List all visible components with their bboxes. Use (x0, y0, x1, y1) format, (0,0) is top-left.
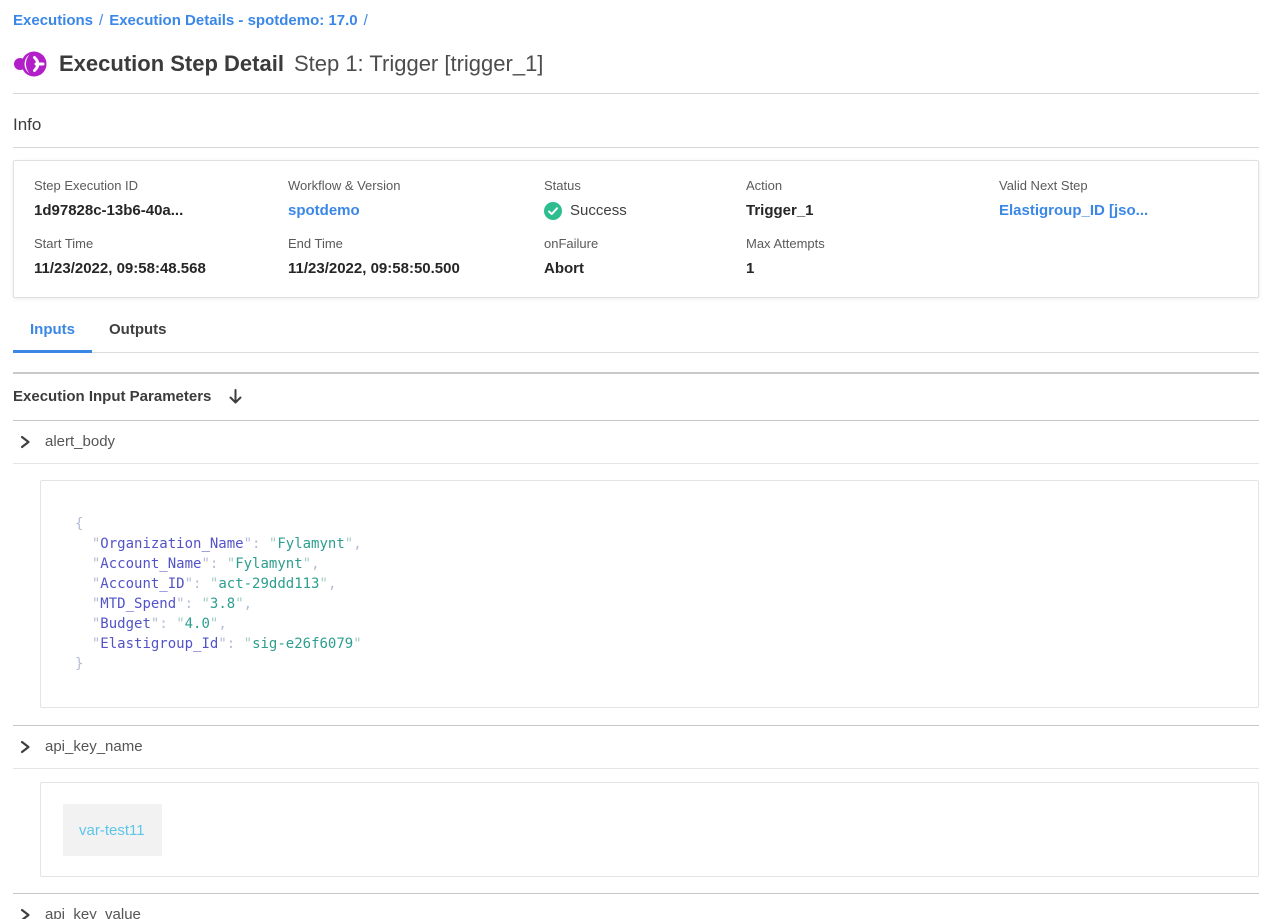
field-max-attempts: Max Attempts 1 (746, 235, 999, 279)
field-start-time: Start Time 11/23/2022, 09:58:48.568 (34, 235, 288, 279)
status-text: Success (570, 201, 627, 221)
page-title: Execution Step Detail (59, 51, 284, 77)
page-header: Execution Step Detail Step 1: Trigger [t… (13, 46, 1259, 82)
field-label: onFailure (544, 235, 746, 253)
info-card: Step Execution ID 1d97828c-13b6-40a... W… (13, 160, 1259, 298)
execution-input-parameters-title: Execution Input Parameters (13, 387, 211, 407)
field-label: Workflow & Version (288, 177, 544, 195)
field-value: 1d97828c-13b6-40a... (34, 201, 288, 221)
execution-step-detail-page: Executions / Execution Details - spotdemo:… (0, 12, 1272, 919)
field-status: Status Success (544, 177, 746, 221)
field-label: Start Time (34, 235, 288, 253)
api-key-name-value-box: var-test11 (40, 782, 1259, 877)
tab-bar: Inputs Outputs (13, 320, 1259, 353)
field-value: 11/23/2022, 09:58:50.500 (288, 259, 544, 279)
info-heading-divider (13, 147, 1259, 148)
chevron-right-icon (18, 740, 32, 754)
field-workflow-version: Workflow & Version spotdemo (288, 177, 544, 221)
field-value: 11/23/2022, 09:58:48.568 (34, 259, 288, 279)
section-row-divider (13, 463, 1259, 464)
json-code: { "Organization_Name": "Fylamynt", "Acco… (75, 514, 1238, 674)
api-key-name-chip: var-test11 (63, 804, 162, 856)
section-name: api_key_name (45, 737, 143, 757)
field-value: Trigger_1 (746, 201, 999, 221)
field-label: Max Attempts (746, 235, 999, 253)
breadcrumb-link-execution-details[interactable]: Execution Details - spotdemo: 17.0 (109, 12, 357, 29)
section-name: alert_body (45, 432, 115, 452)
field-label: Step Execution ID (34, 177, 288, 195)
field-onfailure: onFailure Abort (544, 235, 746, 279)
download-arrow-icon[interactable] (227, 388, 244, 406)
execution-input-parameters-header: Execution Input Parameters (13, 374, 1259, 420)
header-divider (13, 93, 1259, 94)
breadcrumb-link-executions[interactable]: Executions (13, 12, 93, 29)
field-label: End Time (288, 235, 544, 253)
page-subtitle: Step 1: Trigger [trigger_1] (294, 51, 543, 77)
tab-inputs[interactable]: Inputs (13, 320, 92, 353)
fylamynt-logo-icon (13, 48, 47, 80)
field-value: 1 (746, 259, 999, 279)
section-name: api_key_value (45, 905, 141, 919)
field-label: Status (544, 177, 746, 195)
section-row-divider (13, 768, 1259, 769)
field-label: Action (746, 177, 999, 195)
field-step-execution-id: Step Execution ID 1d97828c-13b6-40a... (34, 177, 288, 221)
info-section-heading: Info (13, 115, 1259, 135)
valid-next-step-link[interactable]: Elastigroup_ID [jso... (999, 201, 1240, 221)
breadcrumb-separator: / (99, 12, 103, 29)
field-end-time: End Time 11/23/2022, 09:58:50.500 (288, 235, 544, 279)
field-value: Abort (544, 259, 746, 279)
tab-outputs[interactable]: Outputs (92, 320, 184, 353)
field-label: Valid Next Step (999, 177, 1240, 195)
workflow-link[interactable]: spotdemo (288, 201, 544, 221)
chevron-right-icon (18, 435, 32, 449)
section-row-api-key-value[interactable]: api_key_value (13, 894, 1259, 919)
breadcrumb: Executions / Execution Details - spotdemo:… (13, 12, 1259, 30)
breadcrumb-separator: / (364, 12, 368, 29)
field-action: Action Trigger_1 (746, 177, 999, 221)
section-row-api-key-name[interactable]: api_key_name (13, 726, 1259, 768)
empty-cell (999, 235, 1240, 279)
field-valid-next-step: Valid Next Step Elastigroup_ID [jso... (999, 177, 1240, 221)
section-row-alert-body[interactable]: alert_body (13, 421, 1259, 463)
status-badge: Success (544, 201, 746, 221)
chevron-right-icon (18, 908, 32, 919)
alert-body-code-box: { "Organization_Name": "Fylamynt", "Acco… (40, 480, 1259, 708)
check-circle-icon (544, 202, 562, 220)
